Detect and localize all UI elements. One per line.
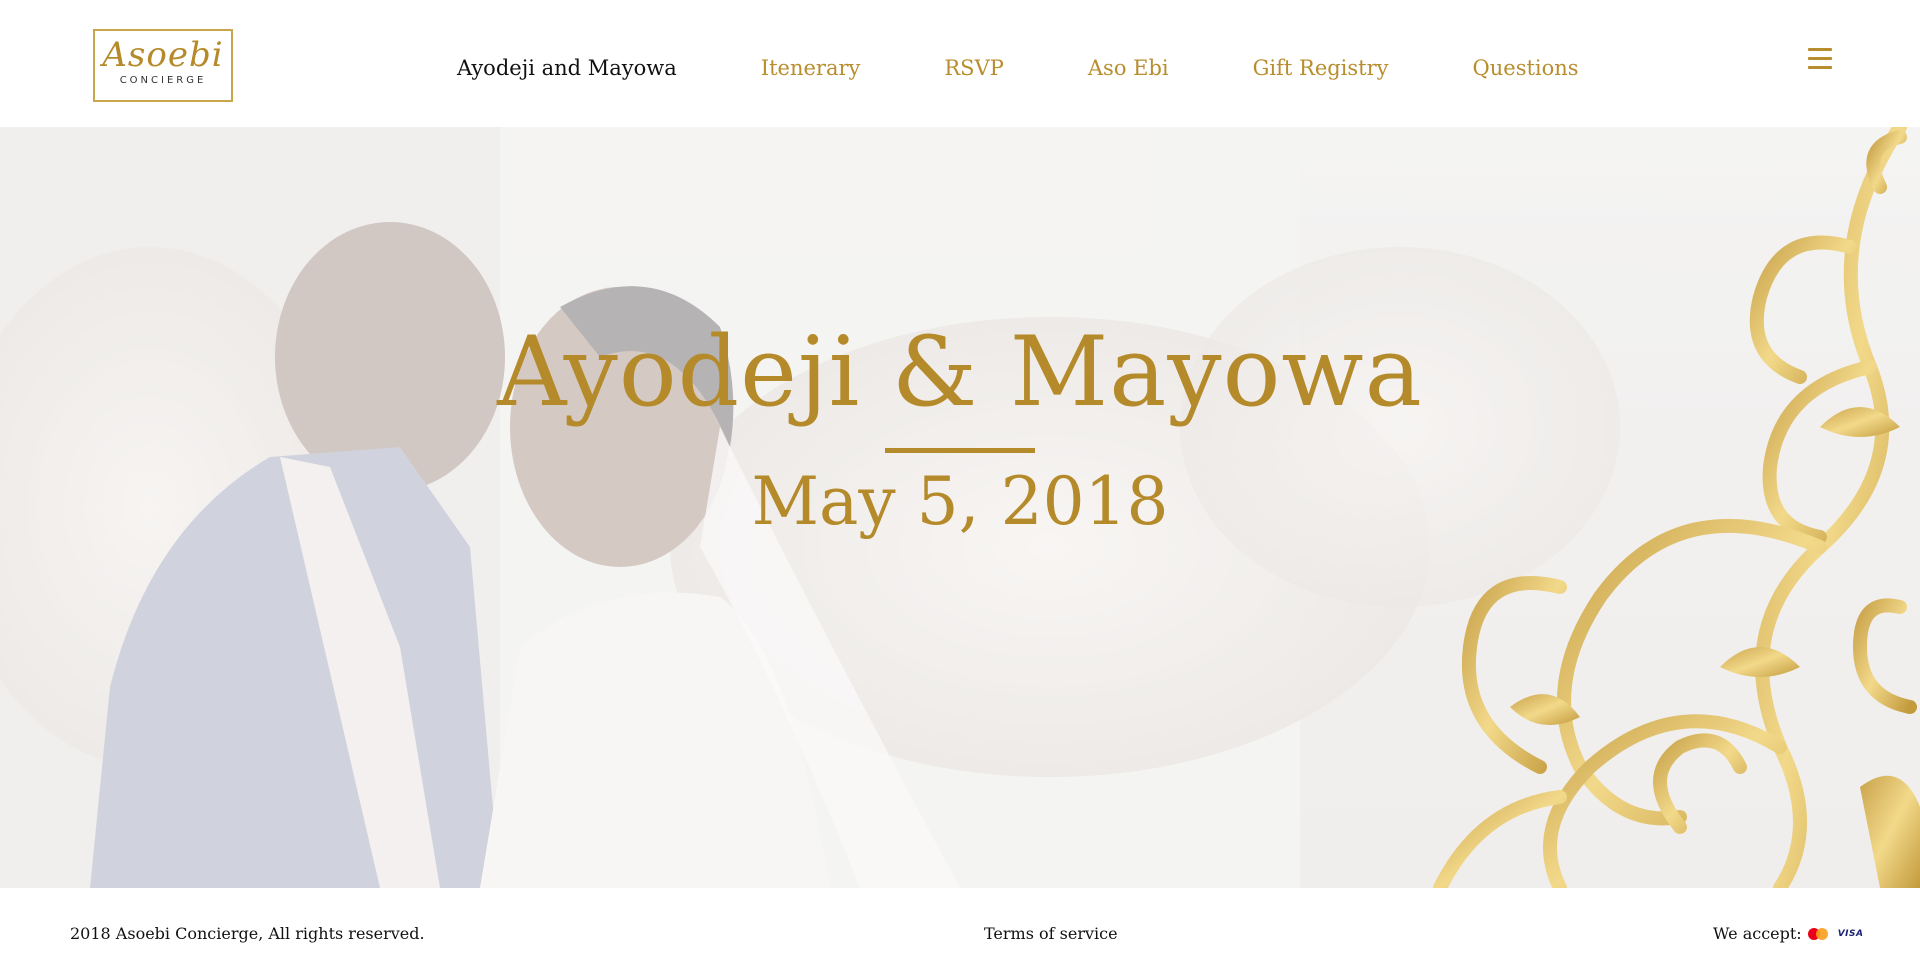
- hero-banner: Ayodeji & Mayowa May 5, 2018: [0, 127, 1920, 888]
- asoebi-logo[interactable]: Asoebi CONCIERGE: [93, 29, 233, 102]
- nav-item-itenerary[interactable]: Itenerary: [761, 56, 861, 80]
- hamburger-menu-icon[interactable]: [1808, 48, 1832, 70]
- mastercard-icon: [1807, 927, 1828, 940]
- wedding-date: May 5, 2018: [751, 463, 1169, 540]
- we-accept-label: We accept:: [1713, 924, 1802, 943]
- hero-title: Ayodeji & Mayowa: [497, 316, 1423, 428]
- copyright-text: 2018 Asoebi Concierge, All rights reserv…: [70, 924, 425, 943]
- nav-item-aso-ebi[interactable]: Aso Ebi: [1088, 56, 1169, 80]
- nav-item-ayodeji-and-mayowa[interactable]: Ayodeji and Mayowa: [457, 56, 677, 80]
- logo-script-text: Asoebi: [102, 35, 224, 75]
- nav-item-gift-registry[interactable]: Gift Registry: [1253, 56, 1389, 80]
- site-footer: 2018 Asoebi Concierge, All rights reserv…: [0, 888, 1920, 976]
- nav-item-questions[interactable]: Questions: [1473, 56, 1579, 80]
- hero-divider: [885, 448, 1035, 453]
- site-header: Asoebi CONCIERGE Ayodeji and Mayowa Iten…: [0, 0, 1920, 127]
- payment-methods: We accept: VISA: [1713, 924, 1863, 943]
- main-nav: Ayodeji and Mayowa Itenerary RSVP Aso Eb…: [457, 52, 1579, 84]
- terms-of-service-link[interactable]: Terms of service: [984, 924, 1118, 943]
- logo-subtitle: CONCIERGE: [119, 75, 207, 86]
- nav-item-rsvp[interactable]: RSVP: [944, 56, 1004, 80]
- visa-icon: VISA: [1837, 928, 1864, 939]
